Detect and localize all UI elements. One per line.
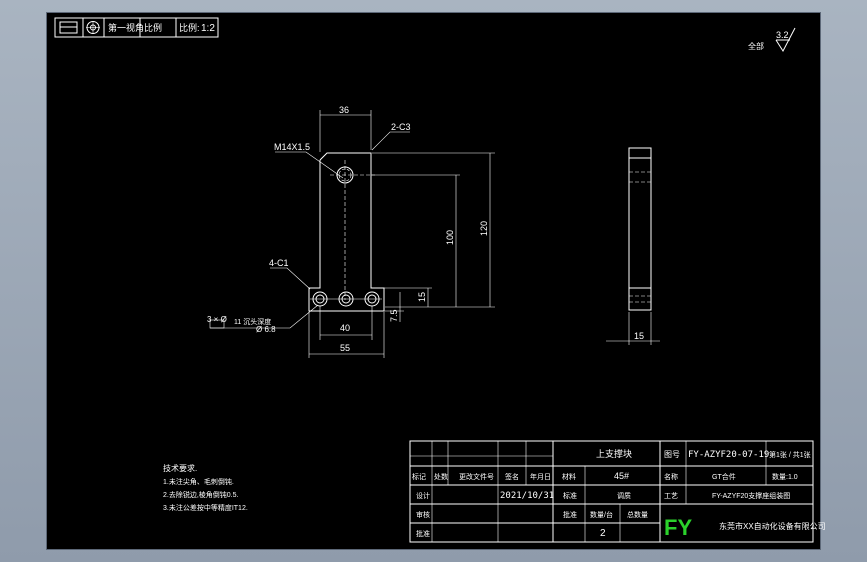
front-view: 36 2-C3 M14X1.5 100 120 15 7.5 4-C1 3 × … [207,105,495,358]
counterbore-holes [310,291,382,307]
tb-design-label: 设计 [416,491,430,500]
tech-item: 1.未注尖角、毛刺倒钝. [163,477,234,486]
tb-total-label: 总数量 [627,510,648,519]
dim-height-inner: 100 [445,230,455,245]
hole-spec-c: Ø 6.8 [256,325,276,334]
tb-assembly: FY-AZYF20支撑座组装图 [712,491,790,500]
tb-sheet-info: 第1张 / 共1张 [769,450,811,459]
hole-spec-a: 3 × Ø [207,315,227,324]
title-block: 上支撑块 图号 FY-AZYF20-07-19 第1张 / 共1张 标记 处数 … [409,440,826,543]
surface-label: 全部 [748,41,764,51]
tb-audit-label: 审核 [416,510,430,519]
dim-top-width: 36 [339,105,349,115]
tech-title: 技术要求. [163,463,197,473]
dim-hole-pitch: 40 [340,323,350,333]
tb-rev-date: 年月日 [530,472,551,481]
tb-approve-mark: 批准 [416,529,430,538]
tb-qty-label: 数量/台 [590,510,613,519]
tb-rev-doc: 更改文件号 [459,472,494,481]
tb-rev-sign: 签名 [505,472,519,481]
dim-base-width: 55 [340,343,350,353]
tech-item: 3.未注公差按中等精度IT12. [163,503,248,512]
tb-drawing-no: FY-AZYF20-07-19 [688,450,769,460]
tb-heat: 调质 [617,491,631,500]
dim-chamfer-small: 4-C1 [269,258,289,268]
view-label: 第一视角 [108,22,144,33]
side-view: 15 [606,147,660,345]
tb-material-label: 材料 [562,472,576,481]
tb-company: 东莞市XX自动化设备有限公司 [719,521,826,531]
tb-craft-label: 工艺 [664,492,678,500]
tb-rev-count: 处数 [434,472,448,481]
tb-name-label: 名称 [664,472,678,481]
dim-height-total: 120 [479,221,489,236]
tb-weight: 数量:1.0 [772,472,798,481]
tb-standard-label: 标准 [563,491,577,500]
scale-value: 1:2 [201,23,215,34]
title-strip: 第一视角 比例 比例: 1:2 [54,17,219,38]
dim-base-gap: 15 [417,292,427,302]
tb-material-value: 45# [614,471,629,481]
dim-side-thickness: 15 [634,331,644,341]
dim-thread: M14X1.5 [274,142,310,152]
surface-roughness-symbol: 全部 3.2 [748,27,796,52]
scale-label: 比例 [144,22,162,33]
tb-rev-mark: 标记 [412,472,426,481]
tech-item: 2.去除锐边,棱角倒钝0.5. [163,490,239,499]
dim-base-height: 7.5 [389,309,399,322]
dim-chamfer-top: 2-C3 [391,122,411,132]
tb-drawing-no-label: 图号 [664,450,680,459]
tb-approve-label: 批准 [563,510,577,519]
company-logo: FY [664,515,692,540]
cad-drawing: 第一视角 比例 比例: 1:2 全部 3.2 36 2-C3 M14X1.5 1… [54,17,826,543]
tb-category: GT合件 [712,472,736,481]
technical-requirements: 技术要求. 1.未注尖角、毛刺倒钝. 2.去除锐边,棱角倒钝0.5. 3.未注公… [163,463,248,512]
surface-value: 3.2 [776,30,789,40]
tb-qty-value: 2 [600,528,606,539]
tb-date: 2021/10/31 [500,491,554,501]
tb-part-name: 上支撑块 [596,448,632,459]
sheet-label: 比例: [179,22,200,33]
